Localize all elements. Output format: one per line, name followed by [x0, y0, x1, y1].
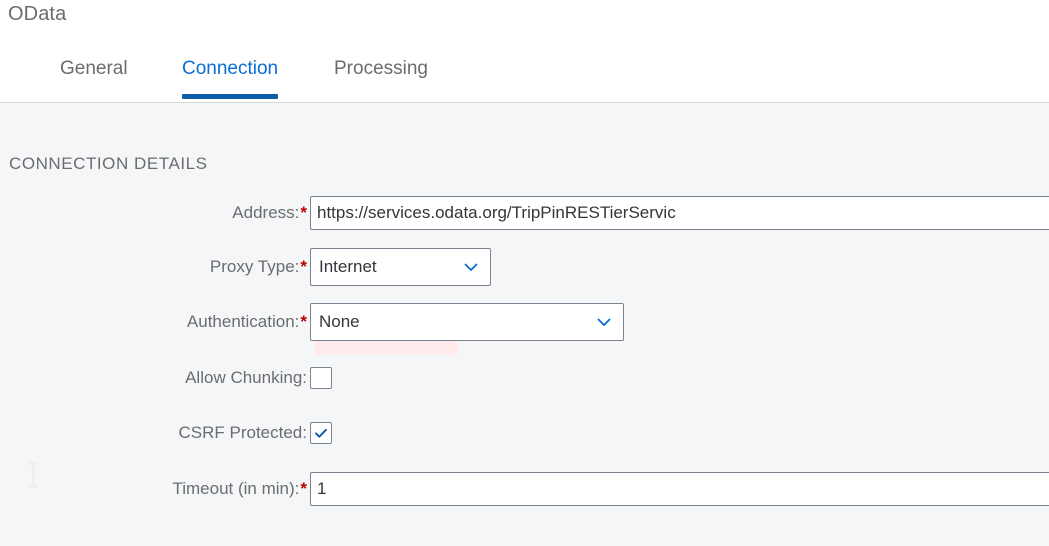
address-input[interactable]: https://services.odata.org/TripPinRESTie…	[310, 196, 1049, 230]
required-indicator: *	[300, 257, 307, 276]
allow-chunking-checkbox[interactable]	[310, 367, 332, 389]
required-indicator: *	[300, 479, 307, 498]
required-indicator: *	[300, 203, 307, 222]
allow-chunking-label: Allow Chunking:	[185, 367, 307, 389]
page-header: OData General Connection Processing	[0, 0, 1049, 103]
check-icon	[315, 428, 327, 438]
tab-connection[interactable]: Connection	[182, 52, 279, 103]
tab-processing-label: Processing	[334, 58, 428, 79]
page-title: OData	[8, 3, 67, 25]
tab-general-label: General	[60, 58, 128, 79]
chevron-down-icon[interactable]	[595, 313, 613, 331]
csrf-protected-label-text: CSRF Protected:	[178, 423, 308, 442]
timeout-label-text: Timeout (in min):	[172, 479, 300, 498]
chevron-down-icon[interactable]	[462, 258, 480, 276]
authentication-label: Authentication:*	[187, 311, 307, 333]
timeout-input[interactable]: 1	[310, 472, 1049, 506]
proxy-type-label: Proxy Type:*	[210, 256, 307, 278]
required-indicator: *	[300, 312, 307, 331]
proxy-type-label-text: Proxy Type:	[209, 257, 300, 276]
content-area: CONNECTION DETAILS Address:* https://ser…	[0, 104, 1049, 546]
tab-bar: General Connection Processing	[0, 52, 1049, 103]
tab-active-indicator	[182, 94, 279, 99]
address-input-value: https://services.odata.org/TripPinRESTie…	[317, 203, 676, 222]
allow-chunking-label-text: Allow Chunking:	[185, 368, 307, 387]
authentication-label-text: Authentication:	[186, 312, 300, 331]
csrf-protected-label: CSRF Protected:	[179, 422, 308, 444]
tab-processing[interactable]: Processing	[334, 52, 428, 103]
proxy-type-selected-value: Internet	[319, 257, 377, 276]
tab-general[interactable]: General	[60, 52, 128, 103]
timeout-input-value: 1	[317, 479, 327, 498]
authentication-selected-value: None	[319, 312, 360, 331]
authentication-select[interactable]: None	[310, 303, 624, 341]
tab-connection-label: Connection	[182, 58, 279, 79]
odata-configuration-page: OData General Connection Processing CONN…	[0, 0, 1049, 546]
csrf-protected-checkbox[interactable]	[310, 422, 332, 444]
proxy-type-select[interactable]: Internet	[310, 248, 491, 286]
address-label: Address:*	[232, 202, 307, 224]
timeout-label: Timeout (in min):*	[172, 478, 307, 500]
address-label-text: Address:	[232, 203, 300, 222]
connection-details-form: Address:* https://services.odata.org/Tri…	[0, 104, 1049, 546]
